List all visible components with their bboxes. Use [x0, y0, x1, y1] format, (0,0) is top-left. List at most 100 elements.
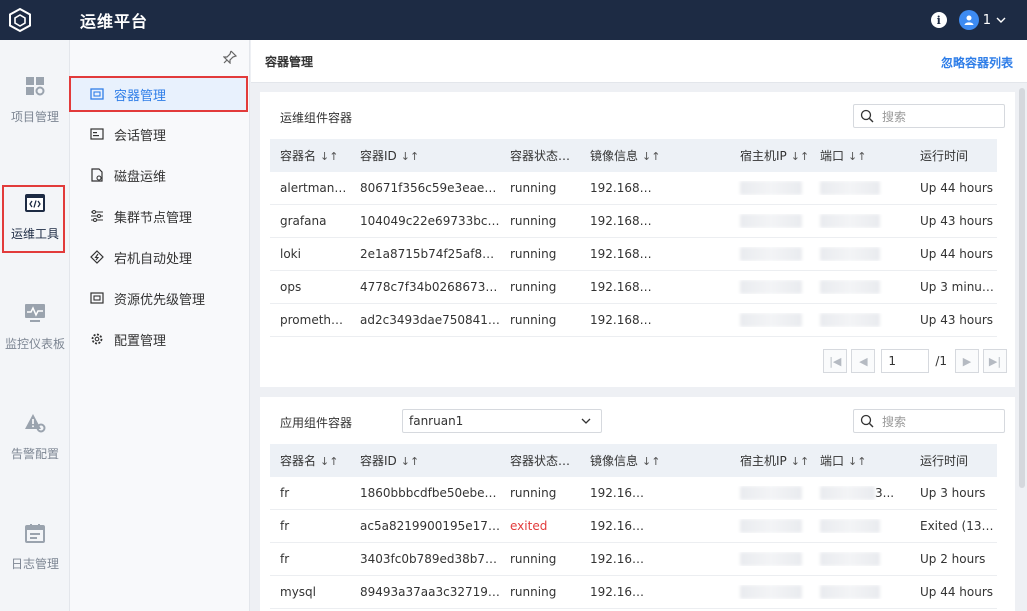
cell-port: [810, 247, 910, 262]
cell-port: [810, 181, 910, 196]
next-page-button[interactable]: ▶: [955, 349, 979, 373]
cell-uptime: Up 44 hours: [920, 247, 994, 261]
prev-page-button[interactable]: ◀: [851, 349, 876, 373]
app-search-input[interactable]: 搜索: [853, 409, 1005, 433]
subnav-item-cluster[interactable]: 集群节点管理: [70, 198, 250, 234]
table-row[interactable]: fr 3403fc0b789ed38b7fe6... running 192.1…: [270, 543, 997, 576]
cell-uptime: Exited (137) A: [920, 519, 997, 533]
cell-status: running: [510, 585, 557, 599]
left-nav: 项目管理 运维工具 监控仪表板 告警配置 日志管理: [0, 40, 70, 611]
search-icon: [860, 109, 874, 123]
table-header: 容器名 ↓↑ 容器ID ↓↑ 容器状态 ↓↑ 镜像信息 ↓↑ 宿主机IP ↓↑ 端口 ↓↑ …: [270, 444, 997, 477]
col-header-name[interactable]: 容器名 ↓↑: [270, 452, 350, 469]
subnav-item-container[interactable]: 容器管理: [69, 76, 248, 112]
ignore-container-list-link[interactable]: 忽略容器列表: [941, 54, 1013, 71]
nav-item-alert[interactable]: 告警配置: [0, 397, 70, 477]
col-header-name[interactable]: 容器名 ↓↑: [270, 147, 350, 164]
search-icon: [860, 414, 874, 428]
table-row[interactable]: fr 1860bbbcdfbe50ebe52... running 192.16…: [270, 477, 997, 510]
pin-icon[interactable]: [223, 50, 237, 64]
table-header: 容器名 ↓↑ 容器ID ↓↑ 容器状态 ↓↑ 镜像信息 ↓↑ 宿主机IP ↓↑ 端口 ↓↑ …: [270, 139, 997, 172]
subnav-label: 磁盘运维: [114, 169, 167, 185]
col-header-status[interactable]: 容器状态 ↓↑: [500, 147, 580, 164]
app-logo-icon[interactable]: [0, 0, 40, 40]
nav-highlight-box: [2, 185, 65, 253]
nav-label: 项目管理: [10, 109, 59, 124]
session-icon: [90, 128, 104, 140]
cell-port: 3...: [810, 486, 910, 501]
col-header-port[interactable]: 端口 ↓↑: [810, 452, 910, 469]
table-row[interactable]: prometheus ad2c3493dae750841da... runnin…: [270, 304, 997, 337]
col-header-host-ip[interactable]: 宿主机IP ↓↑: [730, 452, 810, 469]
cell-name: fr: [280, 519, 290, 533]
user-menu[interactable]: 1: [958, 10, 1007, 30]
page-total: /1: [935, 354, 947, 368]
instance-select[interactable]: fanruan1: [402, 409, 602, 433]
nav-label: 监控仪表板: [4, 336, 65, 351]
cell-name: fr: [280, 486, 290, 500]
subnav-item-session[interactable]: 会话管理: [70, 116, 250, 152]
cell-image: 192.168: [580, 214, 730, 229]
subnav-label: 宕机自动处理: [114, 251, 193, 267]
app-title: 运维平台: [80, 12, 149, 31]
info-icon[interactable]: i: [930, 12, 947, 28]
cell-status: running: [510, 214, 557, 228]
cell-image: 192.168: [580, 280, 730, 295]
cell-image: 192.16: [580, 585, 730, 600]
cell-status: running: [510, 247, 557, 261]
col-header-port[interactable]: 端口 ↓↑: [810, 147, 910, 164]
subnav-item-config[interactable]: 配置管理: [70, 321, 250, 357]
table-row[interactable]: grafana 104049c22e69733bc62... running 1…: [270, 205, 997, 238]
cell-port: [810, 280, 910, 295]
subnav-item-auto-recover[interactable]: 宕机自动处理: [70, 239, 250, 275]
top-bar: 运维平台 i 1: [0, 0, 1027, 40]
cell-name: alertmana...: [280, 181, 350, 195]
first-page-button[interactable]: |◀: [823, 349, 848, 373]
cell-port: [810, 214, 910, 229]
nav-item-project[interactable]: 项目管理: [0, 60, 70, 140]
subnav-item-disk[interactable]: 磁盘运维: [70, 157, 250, 193]
col-header-status[interactable]: 容器状态 ↓↑: [500, 452, 580, 469]
select-value: fanruan1: [409, 414, 464, 428]
cell-id: 104049c22e69733bc62...: [360, 214, 500, 228]
col-header-uptime: 运行时间: [920, 454, 969, 468]
cell-id: 3403fc0b789ed38b7fe6...: [360, 552, 500, 566]
calendar-log-icon: [25, 523, 45, 543]
cell-host-ip: [730, 486, 810, 501]
vertical-scrollbar[interactable]: [1019, 88, 1025, 488]
subnav-item-priority[interactable]: 资源优先级管理: [70, 280, 250, 316]
cell-id: ac5a8219900195e17cd...: [360, 519, 500, 533]
cell-name: prometheus: [280, 313, 350, 327]
user-name: 1: [982, 12, 991, 28]
main-header: 容器管理 忽略容器列表: [251, 40, 1027, 83]
ops-container-panel: 运维组件容器 搜索 容器名 ↓↑ 容器ID ↓↑ 容器状态 ↓↑ 镜像信息 ↓↑ 宿主机…: [260, 92, 1015, 387]
col-header-host-ip[interactable]: 宿主机IP ↓↑: [730, 147, 810, 164]
subnav-label: 会话管理: [114, 128, 167, 144]
page-title: 容器管理: [265, 54, 314, 69]
table-row[interactable]: fr ac5a8219900195e17cd... exited 192.16 …: [270, 510, 997, 543]
table-row[interactable]: alertmana... 80671f356c59e3eae39... runn…: [270, 172, 997, 205]
cell-name: mysql: [280, 585, 316, 599]
search-placeholder: 搜索: [882, 109, 907, 124]
col-header-id[interactable]: 容器ID ↓↑: [350, 147, 500, 164]
app-container-panel: 应用组件容器 fanruan1 搜索 容器名 ↓↑ 容器ID ↓↑ 容器状态 ↓↑ 镜…: [260, 397, 1015, 611]
cell-id: 89493a37aa3c32719a0...: [360, 585, 500, 599]
table-row[interactable]: loki 2e1a8715b74f25af8a2b... running 192…: [270, 238, 997, 271]
col-header-image[interactable]: 镜像信息 ↓↑: [580, 452, 730, 469]
disk-icon: [91, 168, 103, 182]
cell-image: 192.168: [580, 181, 730, 196]
cell-port: [810, 585, 910, 600]
last-page-button[interactable]: ▶|: [983, 349, 1007, 373]
cell-uptime: Up 43 hours: [920, 214, 994, 228]
table-row[interactable]: ops 4778c7f34b02686737f9... running 192.…: [270, 271, 997, 304]
cell-image: 192.16: [580, 486, 730, 501]
table-row[interactable]: mysql 89493a37aa3c32719a0... running 192…: [270, 576, 997, 609]
cell-uptime: Up 44 hours: [920, 585, 994, 599]
ops-search-input[interactable]: 搜索: [853, 104, 1005, 128]
cell-host-ip: [730, 313, 810, 328]
page-number-input[interactable]: 1: [881, 349, 930, 373]
col-header-image[interactable]: 镜像信息 ↓↑: [580, 147, 730, 164]
nav-item-monitor[interactable]: 监控仪表板: [0, 287, 70, 367]
col-header-id[interactable]: 容器ID ↓↑: [350, 452, 500, 469]
nav-item-logs[interactable]: 日志管理: [0, 507, 70, 587]
